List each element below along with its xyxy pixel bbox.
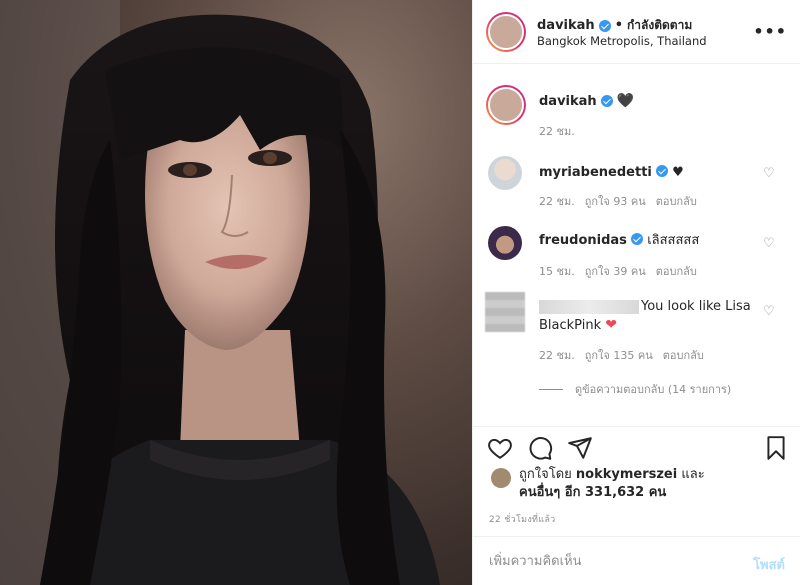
caption-author-avatar[interactable] <box>486 85 526 125</box>
author-username[interactable]: davikah <box>537 18 595 33</box>
comment-content-line2: BlackPink <box>539 318 602 333</box>
author-line: davikah • กำลังติดตาม <box>537 16 692 35</box>
like-heart-icon[interactable] <box>487 435 513 461</box>
post-timestamp[interactable]: 22 ชั่วโมงที่แล้ว <box>489 512 556 526</box>
following-button[interactable]: กำลังติดตาม <box>627 16 692 35</box>
reply-button[interactable]: ตอบกลับ <box>656 192 697 210</box>
commenter-avatar[interactable] <box>488 156 522 190</box>
post-header: davikah • กำลังติดตาม Bangkok Metropolis… <box>473 0 800 64</box>
portrait-image <box>0 0 440 585</box>
commenter-username-blurred[interactable] <box>539 299 639 314</box>
reply-button[interactable]: ตอบกลับ <box>656 262 697 280</box>
red-heart-emoji: ❤ <box>605 317 617 333</box>
likes-and: และ <box>681 467 705 482</box>
comments-section[interactable]: davikah 🖤 22 ชม. myriabenedetti ♥ 22 ชม.… <box>473 64 800 426</box>
post-comment-button[interactable]: โพสต์ <box>753 554 785 575</box>
save-bookmark-icon[interactable] <box>763 435 789 461</box>
comment-text: You look like Lisa BlackPink ❤ <box>539 298 757 335</box>
comment-text: myriabenedetti ♥ <box>539 164 757 182</box>
comment-like-heart-icon[interactable]: ♡ <box>763 167 775 180</box>
comment-likes[interactable]: ถูกใจ 135 คน <box>585 346 653 364</box>
comment-meta: 22 ชม. ถูกใจ 135 คน ตอบกลับ <box>539 346 704 364</box>
comment-text: freudonidas เลิสสสสส <box>539 232 757 250</box>
likes-text: ถูกใจโดย nokkymerszei และ คนอื่นๆ อีก 33… <box>519 466 705 502</box>
view-replies-button[interactable]: ดูข้อความตอบกลับ (14 รายการ) <box>539 380 731 398</box>
reply-button[interactable]: ตอบกลับ <box>663 346 704 364</box>
comment-like-heart-icon[interactable]: ♡ <box>763 237 775 250</box>
post-actions-bar <box>473 426 800 466</box>
more-options-icon[interactable]: ••• <box>753 22 787 41</box>
caption-username[interactable]: davikah <box>539 94 597 109</box>
verified-badge-icon <box>631 233 644 245</box>
comment-content: ♥ <box>672 165 684 180</box>
post-side-panel: davikah • กำลังติดตาม Bangkok Metropolis… <box>472 0 800 585</box>
comment-input[interactable] <box>489 551 709 571</box>
comment-content-line1: You look like Lisa <box>641 299 751 314</box>
caption-time[interactable]: 22 ชม. <box>539 122 575 140</box>
verified-badge-icon <box>656 165 669 177</box>
commenter-username[interactable]: myriabenedetti <box>539 165 652 180</box>
add-comment-bar: โพสต์ <box>473 536 800 585</box>
replies-divider-line <box>539 388 563 390</box>
share-paper-plane-icon[interactable] <box>567 435 593 461</box>
liker-avatar[interactable] <box>491 468 511 488</box>
location-link[interactable]: Bangkok Metropolis, Thailand <box>537 34 707 48</box>
comment-meta: 22 ชม. ถูกใจ 93 คน ตอบกลับ <box>539 192 697 210</box>
comment-time[interactable]: 22 ชม. <box>539 346 575 364</box>
liker-username[interactable]: nokkymerszei <box>576 467 677 482</box>
liked-by-prefix: ถูกใจโดย <box>519 467 572 482</box>
comment-content: เลิสสสสส <box>647 233 700 248</box>
comment-like-heart-icon[interactable]: ♡ <box>763 305 775 318</box>
comment-likes[interactable]: ถูกใจ 93 คน <box>585 192 646 210</box>
comment-likes[interactable]: ถูกใจ 39 คน <box>585 262 646 280</box>
comment-meta: 15 ชม. ถูกใจ 39 คน ตอบกลับ <box>539 262 697 280</box>
comment-time[interactable]: 15 ชม. <box>539 262 575 280</box>
comment-bubble-icon[interactable] <box>527 435 553 461</box>
comment-time[interactable]: 22 ชม. <box>539 192 575 210</box>
commenter-username[interactable]: freudonidas <box>539 233 627 248</box>
commenter-avatar[interactable] <box>488 226 522 260</box>
verified-badge-icon <box>598 19 611 32</box>
verified-badge-icon <box>600 95 613 107</box>
post-photo[interactable] <box>0 0 472 585</box>
author-avatar[interactable] <box>486 12 526 52</box>
commenter-avatar-blurred[interactable] <box>485 292 525 332</box>
separator-dot: • <box>614 18 623 33</box>
caption-line: davikah 🖤 <box>539 93 634 109</box>
view-replies-label: ดูข้อความตอบกลับ (14 รายการ) <box>575 383 732 396</box>
black-heart-emoji: 🖤 <box>616 93 635 109</box>
likes-others-count[interactable]: คนอื่นๆ อีก 331,632 คน <box>519 485 666 500</box>
